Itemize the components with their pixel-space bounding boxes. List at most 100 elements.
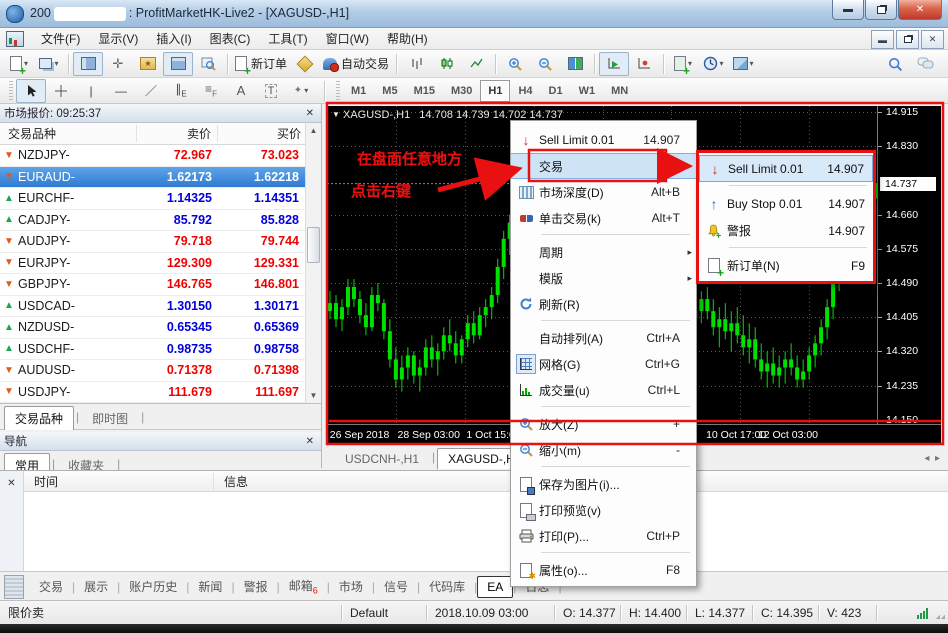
menubar-item[interactable]: 图表(C) [201,29,260,49]
market-watch-tab[interactable]: 即时图 [81,406,139,430]
bar-chart-button[interactable] [401,52,431,76]
fibonacci-tool[interactable]: ≡F [196,79,226,103]
close-button[interactable]: ✕ [898,0,942,20]
terminal-tab-代码库[interactable]: 代码库 [420,575,474,598]
terminal-tab-展示[interactable]: 展示 [75,575,117,598]
menu-item[interactable]: 成交量(u)Ctrl+L [511,377,696,403]
terminal-close-icon[interactable]: ✕ [4,478,18,489]
navigator-toggle[interactable]: ✛ [103,52,133,76]
periods-button[interactable]: ▾ [698,52,728,76]
chart-collapse-icon[interactable]: ▼ [332,110,340,119]
market-row[interactable]: ▼NZDJPY-72.96773.023 [0,145,321,167]
market-row[interactable]: ▲USDCHF-0.987350.98758 [0,339,321,361]
crosshair-tool[interactable] [46,79,76,103]
market-row[interactable]: ▲NZDUSD-0.653450.65369 [0,317,321,339]
timeframe-h1[interactable]: H1 [480,80,510,102]
horizontal-line-tool[interactable]: — [106,79,136,103]
menubar-item[interactable]: 显示(V) [89,29,147,49]
text-label-tool[interactable]: T [256,79,286,103]
shapes-tool[interactable]: ✦▾ [286,79,316,103]
timeframe-h4[interactable]: H4 [510,80,540,102]
line-chart-button[interactable] [461,52,491,76]
navigator-close-icon[interactable]: ✕ [303,436,317,447]
market-row[interactable]: ▼EURJPY-129.309129.331 [0,253,321,275]
resize-grip[interactable] [933,607,945,619]
chart-tab-scroll-arrows[interactable]: ◂ ▸ [924,453,940,464]
market-row[interactable]: ▼AUDJPY-79.71879.744 [0,231,321,253]
menu-item[interactable]: 交易▸ [511,153,696,179]
search-button[interactable] [880,52,910,76]
strategy-tester-button[interactable] [193,52,223,76]
market-row[interactable]: ▼USDJPY-111.679111.697 [0,382,321,404]
terminal-tab-邮箱[interactable]: 邮箱6 [280,574,327,598]
data-window-button[interactable]: ★ [133,52,163,76]
timeframe-m15[interactable]: M15 [406,80,443,102]
market-row[interactable]: ▼AUDUSD-0.713780.71398 [0,360,321,382]
restore-button[interactable] [865,0,897,20]
menu-item[interactable]: 放大(Z)+ [511,411,696,437]
timeframe-m5[interactable]: M5 [374,80,405,102]
minimize-button[interactable]: ▬ [832,0,864,20]
menubar-item[interactable]: 工具(T) [259,29,316,49]
menubar-item[interactable]: 文件(F) [32,29,89,49]
terminal-tab-信号[interactable]: 信号 [375,575,417,598]
menubar-item[interactable]: 窗口(W) [317,29,378,49]
chart-shift-button[interactable] [629,52,659,76]
chart-tab[interactable]: USDCNH-,H1 [334,448,430,469]
menu-item[interactable]: 刷新(R) [511,291,696,317]
chat-button[interactable] [910,52,940,76]
terminal-toggle[interactable] [163,52,193,76]
new-chart-button[interactable]: +▾ [4,52,34,76]
indicators-button[interactable]: +▾ [668,52,698,76]
menu-item[interactable]: 周期▸ [511,239,696,265]
terminal-tab-新闻[interactable]: 新闻 [189,575,231,598]
metaeditor-button[interactable] [290,52,320,76]
submenu-item[interactable]: ↓Sell Limit 0.0114.907 [699,155,873,182]
timeframe-m1[interactable]: M1 [343,80,374,102]
vertical-line-tool[interactable]: | [76,79,106,103]
terminal-side-icon[interactable] [4,575,24,599]
menu-item[interactable]: 缩小(m)- [511,437,696,463]
text-tool[interactable]: A [226,79,256,103]
menu-item[interactable]: ✱属性(o)...F8 [511,557,696,583]
market-watch-close-icon[interactable]: ✕ [303,108,317,119]
market-row[interactable]: ▼GBPJPY-146.765146.801 [0,274,321,296]
timeframe-d1[interactable]: D1 [541,80,571,102]
templates-button[interactable]: ▾ [728,52,758,76]
menu-item[interactable]: 打印预览(v) [511,497,696,523]
auto-scroll-button[interactable] [599,52,629,76]
zoom-in-button[interactable] [500,52,530,76]
timeframe-w1[interactable]: W1 [571,80,604,102]
mdi-close-button[interactable]: ✕ [921,30,944,49]
zoom-out-button[interactable] [530,52,560,76]
menu-item[interactable]: 打印(P)...Ctrl+P [511,523,696,549]
menu-item[interactable]: 保存为图片(i)... [511,471,696,497]
submenu-item[interactable]: +新订单(N)F9 [699,252,873,279]
scrollbar-thumb[interactable] [307,227,320,263]
trendline-tool[interactable]: ／ [136,79,166,103]
terminal-tab-交易[interactable]: 交易 [30,575,72,598]
candlestick-chart-button[interactable] [431,52,461,76]
submenu-item[interactable]: +警报14.907 [699,217,873,244]
terminal-tab-账户历史[interactable]: 账户历史 [120,575,186,598]
menu-item[interactable]: 市场深度(D)Alt+B [511,179,696,205]
timeframe-m30[interactable]: M30 [443,80,480,102]
terminal-tab-市场[interactable]: 市场 [330,575,372,598]
menu-item[interactable]: 自动排列(A)Ctrl+A [511,325,696,351]
market-row[interactable]: ▼EURAUD-1.621731.62218 [0,167,321,189]
market-row[interactable]: ▲USDCAD-1.301501.30171 [0,296,321,318]
menubar-item[interactable]: 帮助(H) [378,29,437,49]
timeframe-mn[interactable]: MN [603,80,636,102]
tile-windows-button[interactable] [560,52,590,76]
submenu-item[interactable]: ↑Buy Stop 0.0114.907 [699,190,873,217]
cursor-tool[interactable] [16,79,46,103]
menu-item[interactable]: ↓Sell Limit 0.0114.907 [511,127,696,153]
market-row[interactable]: ▲EURCHF-1.143251.14351 [0,188,321,210]
market-watch-scrollbar[interactable]: ▲ ▼ [305,123,321,403]
profiles-button[interactable]: ▾ [34,52,64,76]
menu-item[interactable]: 网格(G)Ctrl+G [511,351,696,377]
new-order-button[interactable]: +新订单 [232,52,290,76]
menu-item[interactable]: 单击交易(k)Alt+T [511,205,696,231]
menubar-item[interactable]: 插入(I) [147,29,200,49]
terminal-tab-警报[interactable]: 警报 [235,575,277,598]
